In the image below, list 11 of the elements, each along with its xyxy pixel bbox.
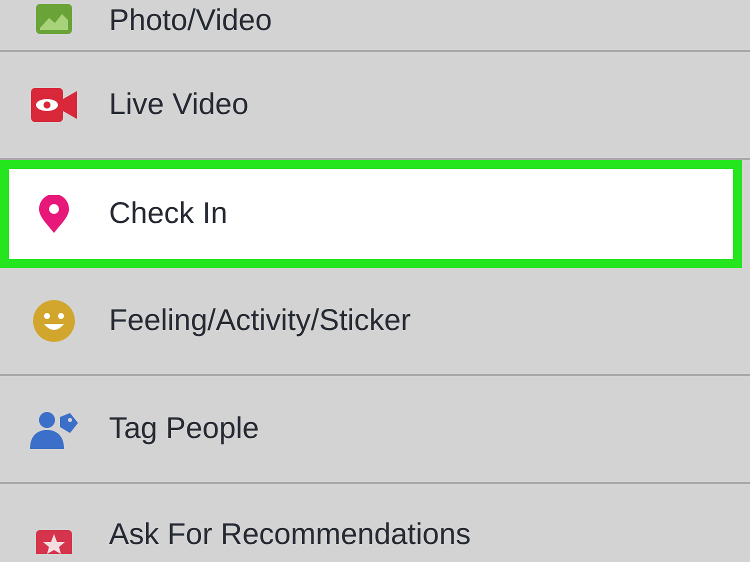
star-icon: [36, 530, 72, 554]
menu-item[interactable]: Ask For Recommendations: [0, 484, 750, 558]
menu-item[interactable]: Check In: [0, 160, 742, 268]
location-pin-icon: [39, 195, 69, 233]
video-camera-icon: [31, 88, 77, 122]
menu-item[interactable]: Feeling/Activity/Sticker: [0, 268, 750, 376]
tag-people-icon: [30, 409, 78, 449]
menu-item[interactable]: Photo/Video: [0, 0, 750, 52]
smiley-icon: [33, 300, 75, 342]
menu-item[interactable]: Tag People: [0, 376, 750, 484]
photo-icon: [36, 4, 72, 34]
